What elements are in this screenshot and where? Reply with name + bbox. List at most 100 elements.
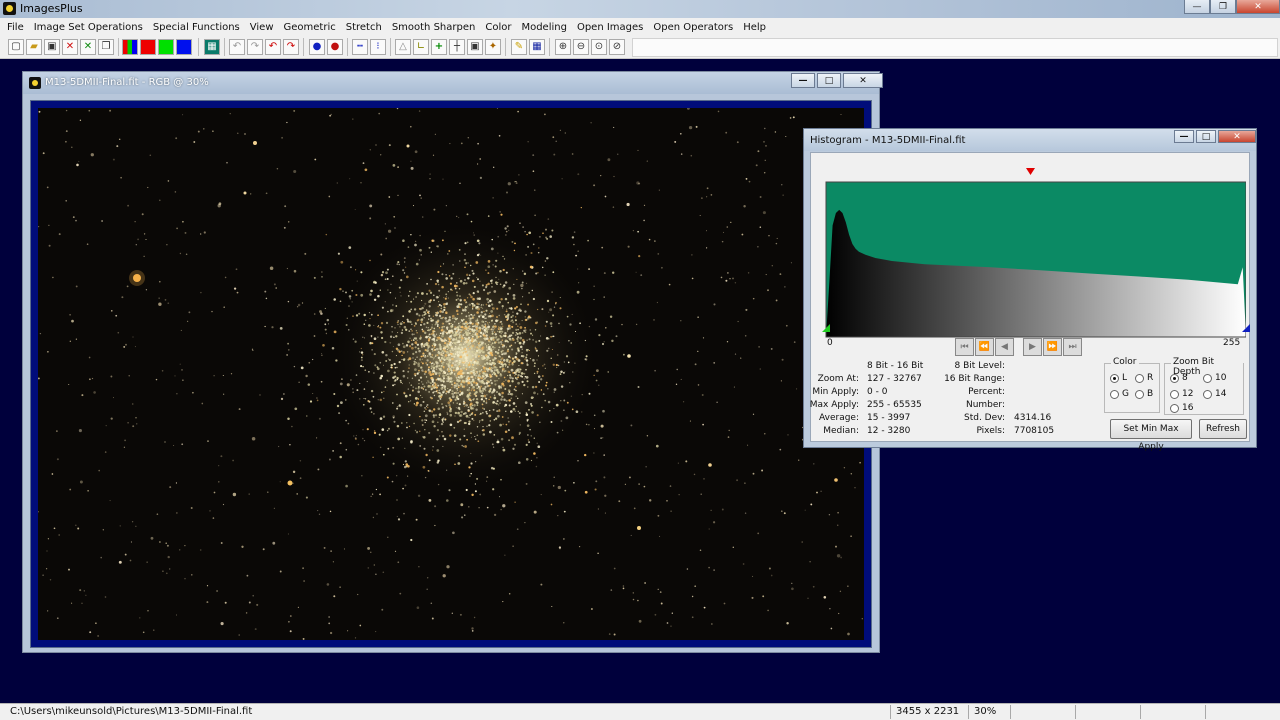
crosshair-green-icon[interactable]: +: [431, 39, 447, 55]
cluster-star: [502, 363, 505, 366]
redo-icon[interactable]: ↷: [247, 39, 263, 55]
star: [46, 550, 48, 552]
close-button[interactable]: ✕: [1236, 0, 1280, 14]
histogram-chart[interactable]: [822, 168, 1246, 338]
undo-icon[interactable]: ↶: [229, 39, 245, 55]
fast-forward-button[interactable]: ⏩: [1043, 338, 1062, 356]
histogram-minimize-button[interactable]: —: [1174, 130, 1194, 143]
back-button[interactable]: ◀: [995, 338, 1014, 356]
zoom-fit-icon[interactable]: ⊙: [591, 39, 607, 55]
menu-open-images[interactable]: Open Images: [572, 22, 648, 33]
cluster-star: [464, 331, 468, 334]
menu-modeling[interactable]: Modeling: [516, 22, 572, 33]
cluster-star: [456, 375, 458, 377]
blue-dot-icon[interactable]: ●: [309, 39, 325, 55]
new-file-icon[interactable]: ▢: [8, 39, 24, 55]
open-folder-icon[interactable]: ▰: [26, 39, 42, 55]
crosshair-icon[interactable]: ┼: [449, 39, 465, 55]
zoom-in-icon[interactable]: ⊕: [555, 39, 571, 55]
color-radio-l[interactable]: L: [1110, 373, 1127, 383]
menu-stretch[interactable]: Stretch: [341, 22, 387, 33]
grid-icon[interactable]: ▦: [204, 39, 220, 55]
cluster-star: [514, 375, 516, 377]
points-icon[interactable]: ⁝: [370, 39, 386, 55]
cluster-star: [501, 357, 504, 360]
cluster-star: [456, 313, 459, 315]
cluster-star: [453, 328, 455, 330]
menu-image-set-operations[interactable]: Image Set Operations: [29, 22, 148, 33]
zoom-radio-16[interactable]: 16: [1170, 403, 1193, 413]
forward-button[interactable]: ▶: [1023, 338, 1042, 356]
minimize-button[interactable]: —: [1184, 0, 1210, 14]
star: [232, 459, 234, 462]
fast-back-button[interactable]: ⏪: [975, 338, 994, 356]
angle-icon[interactable]: ∟: [413, 39, 429, 55]
copy-icon[interactable]: ❐: [98, 39, 114, 55]
menu-special-functions[interactable]: Special Functions: [148, 22, 245, 33]
star: [840, 113, 842, 116]
zoom-actual-icon[interactable]: ⊘: [609, 39, 625, 55]
red-dot-icon[interactable]: ●: [327, 39, 343, 55]
star: [653, 319, 655, 321]
paint-icon[interactable]: ✦: [485, 39, 501, 55]
menu-open-operators[interactable]: Open Operators: [648, 22, 738, 33]
select-box-icon[interactable]: ▣: [467, 39, 483, 55]
menu-geometric[interactable]: Geometric: [279, 22, 341, 33]
last-button[interactable]: ⏭: [1063, 338, 1082, 356]
undo-red-icon[interactable]: ↶: [265, 39, 281, 55]
cluster-star: [483, 310, 485, 313]
line-icon[interactable]: ┅: [352, 39, 368, 55]
color-radio-b[interactable]: B: [1135, 389, 1153, 399]
zoom-radio-14[interactable]: 14: [1203, 389, 1226, 399]
cluster-star: [485, 358, 489, 361]
close-green-x-icon[interactable]: ✕: [80, 39, 96, 55]
histogram-maximize-button[interactable]: □: [1196, 130, 1216, 143]
cluster-star: [445, 331, 447, 334]
red-channel-icon[interactable]: [140, 39, 156, 55]
image-window-titlebar[interactable]: M13-5DMII-Final.fit - RGB @ 30% — □ ✕: [23, 72, 883, 94]
save-icon[interactable]: ▣: [44, 39, 60, 55]
maximize-button[interactable]: ❐: [1210, 0, 1236, 14]
color-radio-r[interactable]: R: [1135, 373, 1153, 383]
menu-file[interactable]: File: [2, 22, 29, 33]
cluster-star: [532, 243, 535, 246]
zoom-out-icon[interactable]: ⊖: [573, 39, 589, 55]
zoom-at-marker[interactable]: [1026, 168, 1035, 175]
image-minimize-button[interactable]: —: [791, 73, 815, 88]
close-red-x-icon[interactable]: ✕: [62, 39, 78, 55]
menu-help[interactable]: Help: [738, 22, 771, 33]
menu-smooth-sharpen[interactable]: Smooth Sharpen: [387, 22, 481, 33]
menu-color[interactable]: Color: [480, 22, 516, 33]
cluster-star: [287, 342, 289, 345]
zoom-radio-8[interactable]: 8: [1170, 373, 1188, 383]
cluster-star: [443, 302, 446, 306]
star: [745, 178, 748, 180]
star: [552, 136, 555, 139]
histogram-titlebar[interactable]: Histogram - M13-5DMII-Final.fit — □ ✕: [804, 129, 1256, 151]
min-apply-marker[interactable]: [822, 324, 830, 332]
histogram-close-button[interactable]: ✕: [1218, 130, 1256, 143]
star-field-image[interactable]: [38, 108, 864, 640]
redo-red-icon[interactable]: ↷: [283, 39, 299, 55]
set-min-max-apply-button[interactable]: Set Min Max Apply: [1110, 419, 1192, 452]
rgb-channels-icon[interactable]: [122, 39, 138, 55]
triangle-icon[interactable]: △: [395, 39, 411, 55]
cluster-star: [545, 320, 548, 323]
cluster-star: [423, 385, 426, 388]
color-radio-g[interactable]: G: [1110, 389, 1129, 399]
image-maximize-button[interactable]: □: [817, 73, 841, 88]
zoom-radio-12[interactable]: 12: [1170, 389, 1193, 399]
cluster-star: [490, 382, 493, 385]
star: [367, 567, 370, 569]
grid-select-icon[interactable]: ▦: [529, 39, 545, 55]
image-close-button[interactable]: ✕: [843, 73, 883, 88]
zoom-radio-10[interactable]: 10: [1203, 373, 1226, 383]
blue-channel-icon[interactable]: [176, 39, 192, 55]
cluster-star: [460, 410, 463, 414]
max-apply-marker[interactable]: [1242, 324, 1250, 332]
green-channel-icon[interactable]: [158, 39, 174, 55]
first-button[interactable]: ⏮: [955, 338, 974, 356]
menu-view[interactable]: View: [245, 22, 279, 33]
refresh-button[interactable]: Refresh: [1199, 419, 1247, 439]
pencil-icon[interactable]: ✎: [511, 39, 527, 55]
